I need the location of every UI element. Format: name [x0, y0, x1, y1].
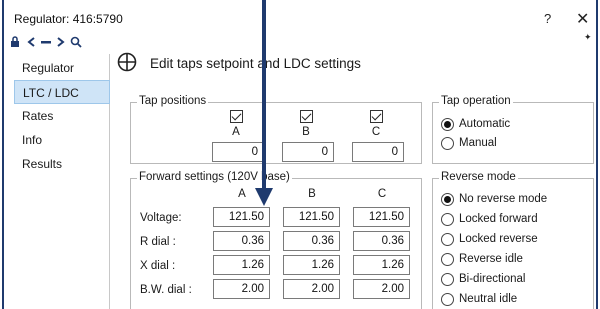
no-reverse-mode-radio[interactable] [441, 193, 454, 206]
manual-label: Manual [459, 137, 497, 149]
voltage-label: Voltage: [140, 212, 182, 224]
no-reverse-mode-label: No reverse mode [459, 193, 548, 205]
sidebar-item-info[interactable]: Info [14, 128, 110, 152]
zoom-icon[interactable] [70, 36, 82, 48]
locked-forward-label: Locked forward [459, 213, 538, 225]
close-button[interactable]: ✕ [576, 9, 589, 29]
page-title: Edit taps setpoint and LDC settings [150, 56, 361, 71]
r-dial-a-input[interactable]: 0.36 [213, 231, 270, 251]
neutral-idle-radio[interactable] [441, 293, 454, 306]
reverse-mode-title: Reverse mode [439, 171, 518, 183]
pin-icon[interactable]: ✦ [584, 32, 592, 43]
x-dial-b-input[interactable]: 1.26 [283, 255, 340, 275]
fwd-col-a-label: A [238, 188, 246, 200]
bw-dial-c-input[interactable]: 2.00 [353, 279, 410, 299]
toolbar [10, 36, 130, 50]
automatic-radio[interactable] [441, 118, 454, 131]
bw-dial-label: B.W. dial : [140, 284, 192, 296]
neutral-idle-label: Neutral idle [459, 293, 518, 305]
voltage-c-input[interactable]: 121.50 [353, 207, 410, 227]
voltage-b-input[interactable]: 121.50 [283, 207, 340, 227]
bi-directional-radio[interactable] [441, 273, 454, 286]
sidebar-item-rates[interactable]: Rates [14, 104, 110, 128]
sidebar-item-results[interactable]: Results [14, 152, 110, 176]
minus-icon[interactable] [40, 36, 52, 48]
tap-operation-title: Tap operation [439, 95, 513, 107]
tap-col-c-label: C [371, 126, 381, 138]
tap-operation-group: Tap operation [432, 95, 594, 164]
tap-c-checkbox[interactable] [370, 110, 383, 123]
forward-settings-title: Forward settings (120V base) [137, 171, 292, 183]
sidebar: Regulator LTC / LDC Rates Info Results [14, 54, 110, 309]
r-dial-label: R dial : [140, 236, 176, 248]
fwd-col-c-label: C [377, 188, 387, 200]
settings-circle-icon [117, 52, 137, 72]
help-button[interactable]: ? [544, 11, 551, 26]
forward-icon[interactable] [56, 36, 66, 48]
fwd-col-b-label: B [308, 188, 316, 200]
tap-b-checkbox[interactable] [300, 110, 313, 123]
r-dial-c-input[interactable]: 0.36 [353, 231, 410, 251]
reverse-idle-label: Reverse idle [459, 253, 523, 265]
x-dial-a-input[interactable]: 1.26 [213, 255, 270, 275]
bw-dial-b-input[interactable]: 2.00 [283, 279, 340, 299]
lock-icon[interactable] [10, 36, 20, 48]
manual-radio[interactable] [441, 137, 454, 150]
back-icon[interactable] [26, 36, 36, 48]
r-dial-b-input[interactable]: 0.36 [283, 231, 340, 251]
tap-b-input[interactable]: 0 [282, 142, 334, 162]
tap-positions-title: Tap positions [137, 95, 209, 107]
window-title: Regulator: 416:5790 [14, 12, 123, 26]
tap-c-input[interactable]: 0 [352, 142, 404, 162]
x-dial-c-input[interactable]: 1.26 [353, 255, 410, 275]
automatic-label: Automatic [459, 118, 511, 130]
bi-directional-label: Bi-directional [459, 273, 526, 285]
tap-col-b-label: B [302, 126, 310, 138]
bw-dial-a-input[interactable]: 2.00 [213, 279, 270, 299]
voltage-a-input[interactable]: 121.50 [213, 207, 270, 227]
locked-reverse-radio[interactable] [441, 233, 454, 246]
tap-col-a-label: A [232, 126, 240, 138]
tap-a-checkbox[interactable] [230, 110, 243, 123]
locked-reverse-label: Locked reverse [459, 233, 538, 245]
locked-forward-radio[interactable] [441, 213, 454, 226]
sidebar-item-ltc-ldc[interactable]: LTC / LDC [14, 80, 110, 104]
tap-a-input[interactable]: 0 [212, 142, 264, 162]
sidebar-item-regulator[interactable]: Regulator [14, 56, 110, 80]
title-bar: Regulator: 416:5790 ? ✕ [4, 8, 596, 30]
reverse-idle-radio[interactable] [441, 253, 454, 266]
x-dial-label: X dial : [140, 260, 176, 272]
